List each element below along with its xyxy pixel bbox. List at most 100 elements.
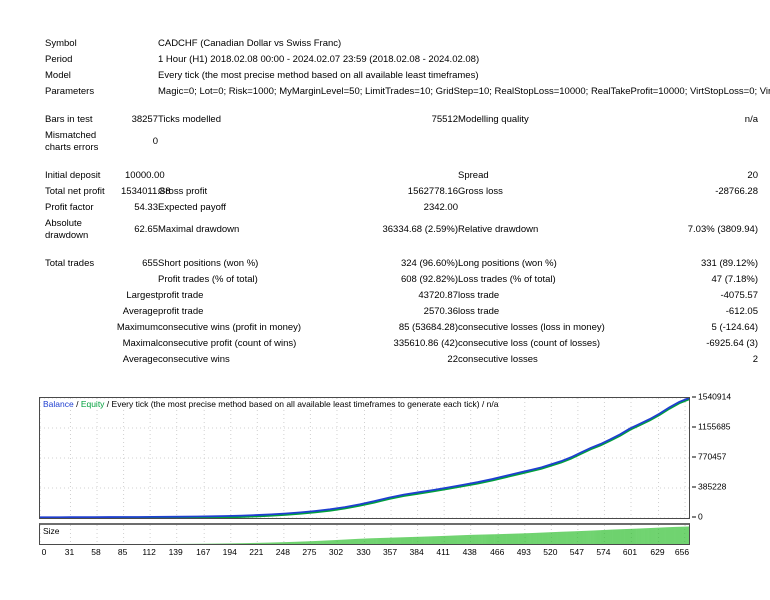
x-axis-tick-label: 0 bbox=[41, 547, 47, 557]
balance-equity-chart: Balance / Equity / Every tick (the most … bbox=[39, 392, 731, 557]
spread-label: Spread bbox=[458, 170, 489, 181]
size-panel-label: Size bbox=[43, 526, 60, 536]
x-axis-tick-label: 302 bbox=[328, 547, 344, 557]
bars-in-test-label: Bars in test bbox=[45, 114, 93, 125]
max-consecutive-wins-value: 85 (53684.28) bbox=[398, 322, 458, 333]
x-axis-tick-label: 656 bbox=[674, 547, 690, 557]
modelling-quality-label: Modelling quality bbox=[458, 114, 529, 125]
total-trades-value: 655 bbox=[142, 258, 158, 269]
x-axis-tick-label: 629 bbox=[650, 547, 665, 557]
x-axis-tick-label: 438 bbox=[462, 547, 477, 557]
profit-factor-value: 54.33 bbox=[134, 202, 158, 213]
mismatched-charts-errors-value: 0 bbox=[152, 136, 158, 147]
spread-value: 20 bbox=[747, 170, 758, 181]
table-row-profit-trades: Profit trades (% of total) 608 (92.82%) … bbox=[45, 272, 758, 288]
average-profit-trade-value: 2570.36 bbox=[423, 306, 458, 317]
symbol-label: Symbol bbox=[45, 38, 77, 49]
expected-payoff-value: 2342.00 bbox=[423, 202, 458, 213]
maximal-drawdown-label: Maximal drawdown bbox=[158, 224, 240, 235]
chart-legend: Balance / Equity / Every tick (the most … bbox=[43, 399, 499, 410]
avg-consecutive-losses-label: consecutive losses bbox=[458, 354, 538, 365]
table-row-parameters: Parameters Magic=0; Lot=0; Risk=1000; My… bbox=[45, 84, 770, 100]
max-consecutive-wins-label: consecutive wins (profit in money) bbox=[158, 322, 302, 333]
table-row-total-trades: Total trades 655 Short positions (won %)… bbox=[45, 256, 758, 272]
symbol-value: CADCHF (Canadian Dollar vs Swiss Franc) bbox=[158, 38, 342, 49]
short-positions-value: 324 (96.60%) bbox=[400, 258, 458, 269]
table-row-model: Model Every tick (the most precise metho… bbox=[45, 68, 758, 84]
long-positions-value: 331 (89.12%) bbox=[700, 258, 758, 269]
period-value: 1 Hour (H1) 2018.02.08 00:00 - 2024.02.0… bbox=[158, 54, 480, 65]
total-net-profit-value: 1534011.88 bbox=[121, 186, 171, 197]
x-axis-tick-label: 275 bbox=[302, 547, 317, 557]
bars-in-test-value: 38257 bbox=[131, 114, 158, 125]
table-row-average-consecutive: Average consecutive wins 22 consecutive … bbox=[45, 352, 758, 368]
legend-description: Every tick (the most precise method base… bbox=[111, 399, 499, 409]
table-row-total-net-profit: Total net profit 1534011.88 Gross profit… bbox=[45, 184, 758, 200]
strategy-tester-report: Symbol CADCHF (Canadian Dollar vs Swiss … bbox=[0, 0, 770, 600]
absolute-drawdown-label: Absolute drawdown bbox=[45, 218, 89, 241]
period-label: Period bbox=[45, 54, 73, 65]
report-summary-table: Symbol CADCHF (Canadian Dollar vs Swiss … bbox=[45, 36, 770, 368]
y-axis-tick-mark bbox=[692, 486, 696, 488]
average-label: Average bbox=[122, 306, 158, 317]
x-axis-tick-label: 601 bbox=[622, 547, 638, 557]
table-row-profit-factor: Profit factor 54.33 Expected payoff 2342… bbox=[45, 200, 758, 216]
maximal-consecutive-profit-value: 335610.86 (42) bbox=[393, 338, 458, 349]
table-row-symbol: Symbol CADCHF (Canadian Dollar vs Swiss … bbox=[45, 36, 758, 52]
largest-loss-trade-value: -4075.57 bbox=[720, 290, 758, 301]
x-axis-tick-label: 466 bbox=[490, 547, 505, 557]
chart-x-axis: 0 31 58 85 112 139 167 194 221 248 275 302 330 357 384… bbox=[39, 547, 690, 561]
legend-equity-label: Equity bbox=[80, 399, 105, 409]
ticks-modelled-label: Ticks modelled bbox=[158, 114, 222, 125]
loss-trades-value: 47 (7.18%) bbox=[711, 274, 758, 285]
model-label: Model bbox=[45, 70, 71, 81]
table-row-period: Period 1 Hour (H1) 2018.02.08 00:00 - 20… bbox=[45, 52, 758, 68]
table-row-maximal-consecutive: Maximal consecutive profit (count of win… bbox=[45, 336, 758, 352]
initial-deposit-label: Initial deposit bbox=[45, 170, 101, 181]
average-profit-trade-label: profit trade bbox=[158, 306, 204, 317]
maximal-label: Maximal bbox=[122, 338, 158, 349]
x-axis-tick-label: 411 bbox=[436, 547, 450, 557]
table-row-average-trade: Average profit trade 2570.36 loss trade … bbox=[45, 304, 758, 320]
average-loss-trade-label: loss trade bbox=[458, 306, 500, 317]
table-row-largest: Largest profit trade 43720.87 loss trade… bbox=[45, 288, 758, 304]
chart-balance-curve bbox=[40, 398, 689, 518]
gross-loss-value: -28766.28 bbox=[715, 186, 758, 197]
max-consecutive-losses-label: consecutive losses (loss in money) bbox=[458, 322, 605, 333]
spacer bbox=[45, 244, 758, 256]
x-axis-tick-label: 547 bbox=[569, 547, 584, 557]
maximal-consecutive-loss-label: consecutive loss (count of losses) bbox=[458, 338, 601, 349]
largest-label: Largest bbox=[126, 290, 158, 301]
model-value: Every tick (the most precise method base… bbox=[158, 70, 479, 81]
x-axis-tick-label: 58 bbox=[91, 547, 101, 557]
chart-y-axis: 0 385228 770457 1155685 1540914 bbox=[692, 392, 768, 521]
average2-label: Average bbox=[122, 354, 158, 365]
largest-profit-trade-value: 43720.87 bbox=[418, 290, 458, 301]
short-positions-label: Short positions (won %) bbox=[158, 258, 259, 269]
x-axis-tick-label: 357 bbox=[382, 547, 398, 557]
parameters-value: Magic=0; Lot=0; Risk=1000; MyMarginLevel… bbox=[158, 86, 770, 97]
x-axis-tick-label: 384 bbox=[409, 547, 424, 557]
x-axis-tick-label: 194 bbox=[222, 547, 237, 557]
largest-profit-trade-label: profit trade bbox=[158, 290, 204, 301]
avg-consecutive-wins-value: 22 bbox=[447, 354, 458, 365]
modelling-quality-value: n/a bbox=[744, 114, 758, 125]
table-row-bars-in-test: Bars in test 38257 Ticks modelled 75512 … bbox=[45, 112, 758, 128]
total-trades-label: Total trades bbox=[45, 258, 95, 269]
gross-loss-label: Gross loss bbox=[458, 186, 503, 197]
avg-consecutive-wins-label: consecutive wins bbox=[158, 354, 230, 365]
legend-balance-label: Balance bbox=[43, 399, 74, 409]
x-axis-tick-label: 221 bbox=[249, 547, 264, 557]
table-row-mismatched-errors: Mismatched charts errors 0 bbox=[45, 128, 758, 156]
average-loss-trade-value: -612.05 bbox=[725, 306, 758, 317]
loss-trades-label: Loss trades (% of total) bbox=[458, 274, 556, 285]
initial-deposit-value: 10000.00 bbox=[125, 170, 165, 181]
table-row-absolute-drawdown: Absolute drawdown 62.65 Maximal drawdown… bbox=[45, 216, 758, 244]
relative-drawdown-label: Relative drawdown bbox=[458, 224, 539, 235]
long-positions-label: Long positions (won %) bbox=[458, 258, 557, 269]
largest-loss-trade-label: loss trade bbox=[458, 290, 500, 301]
spacer bbox=[45, 100, 758, 112]
x-axis-tick-label: 139 bbox=[168, 547, 183, 557]
y-axis-tick-label: 1155685 bbox=[692, 422, 730, 432]
gross-profit-value: 1562778.16 bbox=[407, 186, 458, 197]
